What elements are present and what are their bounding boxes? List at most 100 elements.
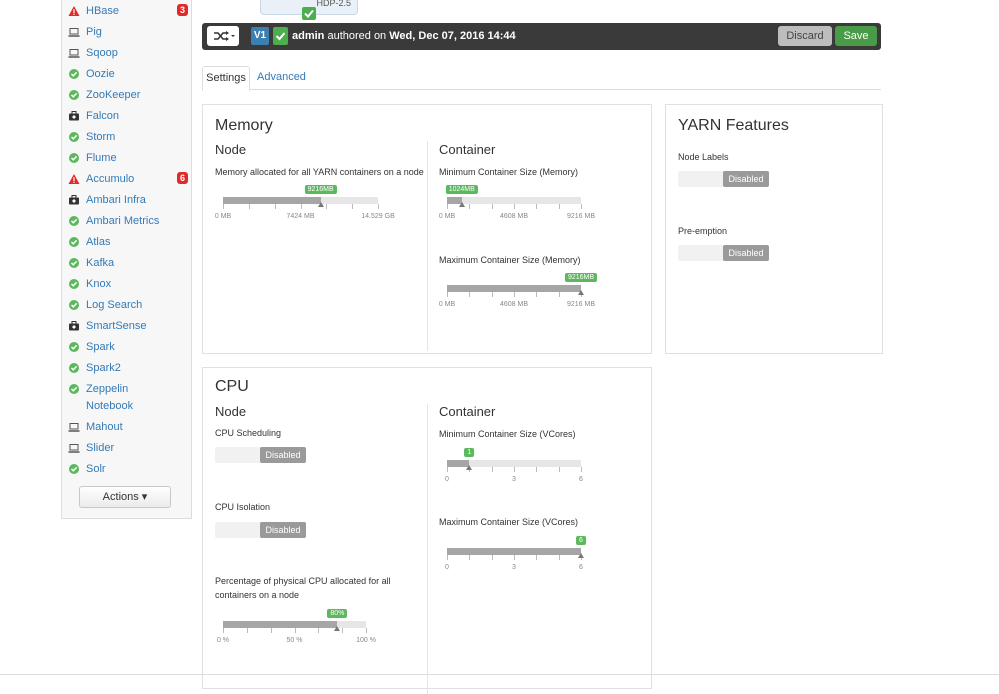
sidebar-item-label[interactable]: Accumulo (86, 172, 134, 186)
cpu-isolation-state: Disabled (260, 522, 306, 538)
slider-fill (223, 621, 338, 628)
sidebar-item-label[interactable]: Spark2 (86, 361, 121, 375)
status-ok-icon (68, 362, 80, 374)
sidebar-item-label[interactable]: Spark (86, 340, 115, 354)
sidebar-item-label[interactable]: Oozie (86, 67, 115, 81)
slider-scale-label-min: 0 MB (214, 213, 232, 220)
slider-tick (274, 204, 276, 209)
slider-handle[interactable] (578, 290, 584, 295)
cpu-percent-slider[interactable]: 80% 0 % 50 % 100 % (217, 609, 376, 649)
yarn-features-panel: YARN Features Node Labels Disabled Pre-e… (665, 104, 883, 354)
cpu-min-slider[interactable]: 1 0 3 6 (445, 448, 583, 488)
sidebar-item-label[interactable]: Log Search (86, 298, 142, 312)
actions-button[interactable]: Actions ▾ (79, 486, 171, 508)
slider-tick (223, 628, 224, 633)
sidebar-item-label-continued[interactable]: Notebook (86, 399, 133, 413)
sidebar-item-label[interactable]: Solr (86, 462, 106, 476)
sidebar-item-label[interactable]: Ambari Metrics (86, 214, 159, 228)
sidebar-item-label[interactable]: Mahout (86, 420, 123, 434)
sidebar-item-label[interactable]: Sqoop (86, 46, 118, 60)
sidebar-item-label[interactable]: Storm (86, 130, 115, 144)
memory-min-slider[interactable]: 1024MB 0 MB 4608 MB 9216 MB (439, 185, 595, 225)
sidebar-item-ambari-infra[interactable]: Ambari Infra (68, 191, 190, 211)
sidebar-item-slider[interactable]: Slider (68, 439, 190, 459)
sidebar-item-label[interactable]: Knox (86, 277, 111, 291)
yarn-features-title: YARN Features (678, 117, 789, 134)
sidebar-item-label[interactable]: Atlas (86, 235, 110, 249)
sidebar-item-pig[interactable]: Pig (68, 23, 190, 43)
client-laptop-icon (68, 421, 80, 433)
sidebar-item-smartsense[interactable]: SmartSense (68, 317, 190, 337)
sidebar-item-accumulo[interactable]: Accumulo 6 (68, 170, 190, 190)
current-check-icon (273, 27, 288, 45)
slider-tick (558, 555, 560, 560)
slider-handle[interactable] (317, 202, 324, 207)
alert-count-badge: 6 (176, 172, 188, 184)
sidebar-item-log-search[interactable]: Log Search (68, 296, 190, 316)
slider-tick (536, 204, 538, 209)
slider-handle[interactable] (458, 202, 465, 207)
sidebar-item-label[interactable]: ZooKeeper (86, 88, 140, 102)
slider-handle[interactable] (578, 553, 584, 558)
slider-tick (469, 555, 471, 560)
client-laptop-icon (68, 442, 80, 454)
sidebar-item-zookeeper[interactable]: ZooKeeper (68, 86, 190, 106)
cpu-title: CPU (215, 378, 249, 395)
sidebar-item-label[interactable]: Falcon (86, 109, 119, 123)
status-ok-icon (68, 299, 80, 311)
preemption-toggle[interactable]: Disabled (678, 245, 769, 261)
discard-button[interactable]: Discard (778, 26, 832, 46)
version-card[interactable]: HDP-2.5 (260, 0, 358, 20)
sidebar-item-label[interactable]: Flume (86, 151, 117, 165)
sidebar-item-falcon[interactable]: Falcon (68, 107, 190, 127)
sidebar-item-knox[interactable]: Knox (68, 275, 190, 295)
memory-max-label: Maximum Container Size (Memory) (439, 255, 581, 265)
sidebar-item-zeppelin[interactable]: Zeppelin Notebook (68, 380, 190, 412)
memory-node-label: Memory allocated for all YARN containers… (215, 167, 424, 177)
slider-tick (469, 292, 471, 297)
slider-handle[interactable] (466, 465, 473, 470)
slider-tick (558, 204, 560, 209)
sidebar-item-oozie[interactable]: Oozie (68, 65, 190, 85)
slider-tick (246, 628, 248, 633)
sidebar-item-label[interactable]: Zeppelin (86, 382, 128, 396)
sidebar-item-label[interactable]: HBase (86, 4, 119, 18)
slider-tick (536, 292, 538, 297)
slider-scale-label-max: 9216 MB (566, 301, 596, 308)
slider-track[interactable] (447, 197, 581, 204)
sidebar-item-atlas[interactable]: Atlas (68, 233, 190, 253)
sidebar-item-storm[interactable]: Storm (68, 128, 190, 148)
slider-scale-label-mid: 3 (512, 476, 516, 483)
sidebar-item-mahout[interactable]: Mahout (68, 418, 190, 438)
alert-icon (68, 173, 80, 185)
compare-versions-dropdown[interactable] (207, 26, 239, 46)
sidebar-item-hbase[interactable]: HBase 3 (68, 2, 190, 22)
save-button[interactable]: Save (835, 26, 877, 46)
memory-node-slider[interactable]: 9216MB 0 MB 7424 MB 14.529 GB (215, 185, 395, 225)
cpu-scheduling-toggle[interactable]: Disabled (215, 447, 306, 463)
sidebar-item-label[interactable]: Kafka (86, 256, 114, 270)
sidebar-item-ambari-metrics[interactable]: Ambari Metrics (68, 212, 190, 232)
sidebar-item-flume[interactable]: Flume (68, 149, 190, 169)
tab-advanced[interactable]: Advanced (257, 71, 306, 83)
sidebar-item-label[interactable]: Ambari Infra (86, 193, 146, 207)
tab-divider (202, 89, 881, 90)
cpu-max-slider[interactable]: 6 0 3 6 (445, 536, 586, 576)
sidebar-item-sqoop[interactable]: Sqoop (68, 44, 190, 64)
node-labels-toggle[interactable]: Disabled (678, 171, 769, 187)
sidebar-item-label[interactable]: SmartSense (86, 319, 147, 333)
sidebar-item-kafka[interactable]: Kafka (68, 254, 190, 274)
tab-settings[interactable]: Settings (202, 66, 250, 91)
sidebar-item-spark2[interactable]: Spark2 (68, 359, 190, 379)
sidebar-item-solr[interactable]: Solr (68, 460, 190, 480)
cpu-percent-label-1: Percentage of physical CPU allocated for… (215, 576, 391, 586)
cpu-isolation-toggle[interactable]: Disabled (215, 522, 306, 538)
sidebar-item-label[interactable]: Pig (86, 25, 102, 39)
slider-handle[interactable] (334, 626, 341, 631)
slider-value-tooltip: 1024MB (445, 185, 478, 194)
slider-value-tooltip: 9216MB (564, 273, 598, 282)
sidebar-item-spark[interactable]: Spark (68, 338, 190, 358)
status-ok-icon (68, 68, 80, 80)
sidebar-item-label[interactable]: Slider (86, 441, 114, 455)
memory-max-slider[interactable]: 9216MB 0 MB 4608 MB 9216 MB (439, 273, 598, 313)
